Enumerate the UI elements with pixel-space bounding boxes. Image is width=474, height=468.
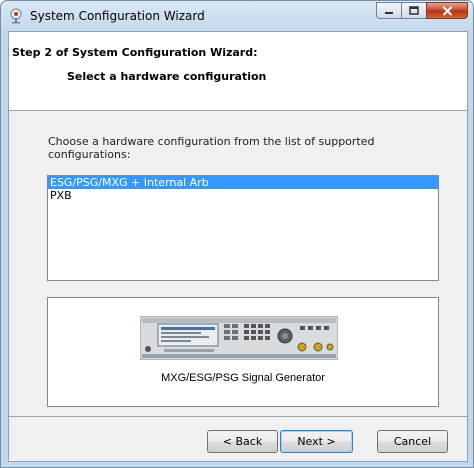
close-button[interactable] [426,2,468,19]
step-subtitle: Select a hardware configuration [67,70,267,83]
wizard-app-icon [10,8,22,24]
step-title: Step 2 of System Configuration Wizard: [12,46,258,59]
maximize-icon [409,6,419,15]
configuration-listbox[interactable]: ESG/PSG/MXG + Internal Arb PXB [47,175,439,281]
close-icon [442,5,452,16]
hardware-preview: MXG/ESG/PSG Signal Generator [47,297,439,407]
instruction-text: Choose a hardware configuration from the… [48,135,375,161]
maximize-button[interactable] [401,2,426,19]
wizard-footer: < Back Next > Cancel [9,417,467,461]
title-bar[interactable]: System Configuration Wizard [1,1,473,31]
wizard-window: System Configuration Wizard Step 2 of Sy… [0,0,474,468]
wizard-client-area: Step 2 of System Configuration Wizard: S… [8,31,468,462]
wizard-body: Choose a hardware configuration from the… [9,111,467,417]
window-title: System Configuration Wizard [30,9,205,23]
minimize-icon [385,11,393,14]
caption-buttons [376,2,468,20]
wizard-header: Step 2 of System Configuration Wizard: S… [9,32,467,111]
back-button[interactable]: < Back [207,430,278,453]
next-button[interactable]: Next > [280,430,353,453]
list-item-pxb[interactable]: PXB [48,189,438,202]
minimize-button[interactable] [376,2,401,19]
list-item-esg-psg-mxg[interactable]: ESG/PSG/MXG + Internal Arb [48,176,438,189]
preview-caption: MXG/ESG/PSG Signal Generator [161,372,325,384]
signal-generator-image [140,316,338,360]
cancel-button[interactable]: Cancel [377,430,448,453]
